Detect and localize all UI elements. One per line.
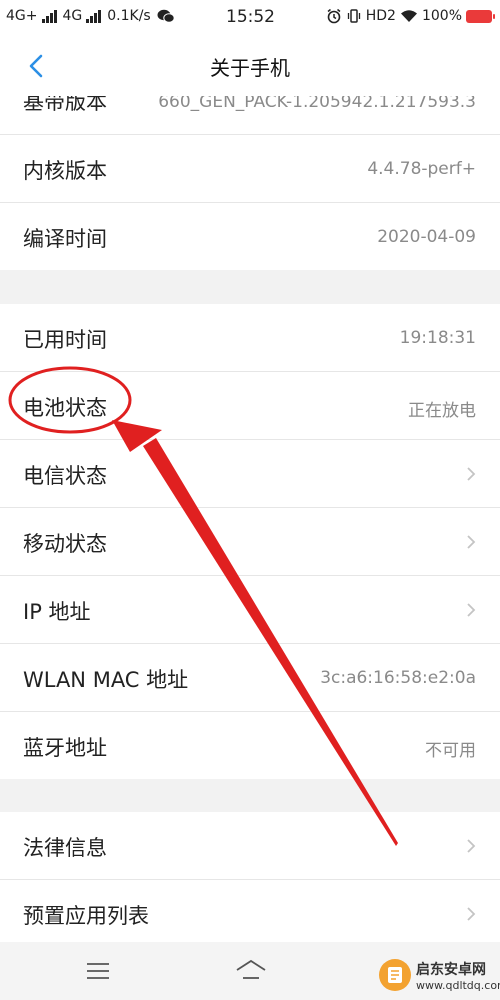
menu-icon[interactable] <box>86 962 110 980</box>
chevron-right-icon <box>467 839 476 853</box>
row-legal-info[interactable]: 法律信息 <box>0 812 500 880</box>
row-label: 移动状态 <box>23 532 107 556</box>
row-label: 已用时间 <box>23 328 107 352</box>
chevron-right-icon <box>467 907 476 921</box>
settings-group-status: 已用时间 19:18:31 电池状态 正在放电 电信状态 移动状态 IP 地址 … <box>0 304 500 779</box>
row-value: 不可用 <box>425 741 476 761</box>
vibrate-icon <box>347 9 360 23</box>
row-value: 2020-04-09 <box>377 227 476 247</box>
row-ip-address[interactable]: IP 地址 <box>0 576 500 644</box>
row-label: 基带版本 <box>23 96 107 114</box>
watermark-logo-icon <box>379 959 411 991</box>
wifi-icon <box>400 10 417 22</box>
chevron-right-icon <box>467 535 476 549</box>
battery-icon <box>466 9 495 23</box>
row-mobile-status[interactable]: 移动状态 <box>0 508 500 576</box>
battery-percent: 100% <box>421 8 462 24</box>
signal-icon-2 <box>86 9 102 23</box>
section-gap <box>0 270 500 304</box>
row-baseband-version: 基带版本 660_GEN_PACK-1.205942.1.217593.3 <box>0 96 500 135</box>
row-value: 正在放电 <box>408 401 476 421</box>
row-label: 电池状态 <box>23 396 107 420</box>
settings-group-legal: 法律信息 预置应用列表 <box>0 812 500 947</box>
row-value: 4.4.78-perf+ <box>367 159 476 179</box>
alarm-icon <box>327 8 341 24</box>
row-label: 内核版本 <box>23 159 107 183</box>
status-right: HD2 100% <box>326 8 495 24</box>
row-preinstalled-apps[interactable]: 预置应用列表 <box>0 880 500 947</box>
settings-group-version: 基带版本 660_GEN_PACK-1.205942.1.217593.3 内核… <box>0 96 500 270</box>
row-telecom-status[interactable]: 电信状态 <box>0 440 500 508</box>
status-left: 4G+ 4G 0.1K/s <box>6 8 175 24</box>
row-label: IP 地址 <box>23 600 91 624</box>
status-time: 15:52 <box>226 7 275 27</box>
row-value: 3c:a6:16:58:e2:0a <box>320 668 476 688</box>
network-type-1: 4G+ <box>6 8 38 24</box>
row-wlan-mac: WLAN MAC 地址 3c:a6:16:58:e2:0a <box>0 644 500 712</box>
watermark-url: www.qdltdq.com <box>416 978 500 992</box>
row-battery-status: 电池状态 正在放电 <box>0 372 500 440</box>
wechat-icon <box>157 9 175 23</box>
watermark-title: 启东安卓网 <box>416 961 486 978</box>
network-type-2: 4G <box>62 8 83 24</box>
title-bar: 关于手机 <box>0 36 500 96</box>
row-label: 编译时间 <box>23 227 107 251</box>
hd-indicator: HD2 <box>365 8 396 24</box>
home-icon[interactable] <box>235 958 267 982</box>
status-bar: 4G+ 4G 0.1K/s 15:52 HD2 100% <box>0 0 500 36</box>
row-label: WLAN MAC 地址 <box>23 668 189 692</box>
row-label: 法律信息 <box>23 836 107 860</box>
chevron-right-icon <box>467 467 476 481</box>
signal-icon <box>41 9 57 23</box>
section-gap <box>0 779 500 812</box>
network-speed: 0.1K/s <box>107 8 151 24</box>
row-uptime: 已用时间 19:18:31 <box>0 304 500 372</box>
settings-list: 基带版本 660_GEN_PACK-1.205942.1.217593.3 内核… <box>0 96 500 947</box>
row-label: 蓝牙地址 <box>23 736 107 760</box>
row-label: 预置应用列表 <box>23 904 149 928</box>
row-label: 电信状态 <box>23 464 107 488</box>
page-title: 关于手机 <box>210 56 290 80</box>
row-build-time: 编译时间 2020-04-09 <box>0 203 500 270</box>
row-kernel-version: 内核版本 4.4.78-perf+ <box>0 135 500 203</box>
watermark: 启东安卓网 www.qdltdq.com <box>378 958 500 992</box>
row-value: 19:18:31 <box>399 328 476 348</box>
chevron-right-icon <box>467 603 476 617</box>
row-bluetooth-address: 蓝牙地址 不可用 <box>0 712 500 779</box>
row-value: 660_GEN_PACK-1.205942.1.217593.3 <box>158 96 476 112</box>
